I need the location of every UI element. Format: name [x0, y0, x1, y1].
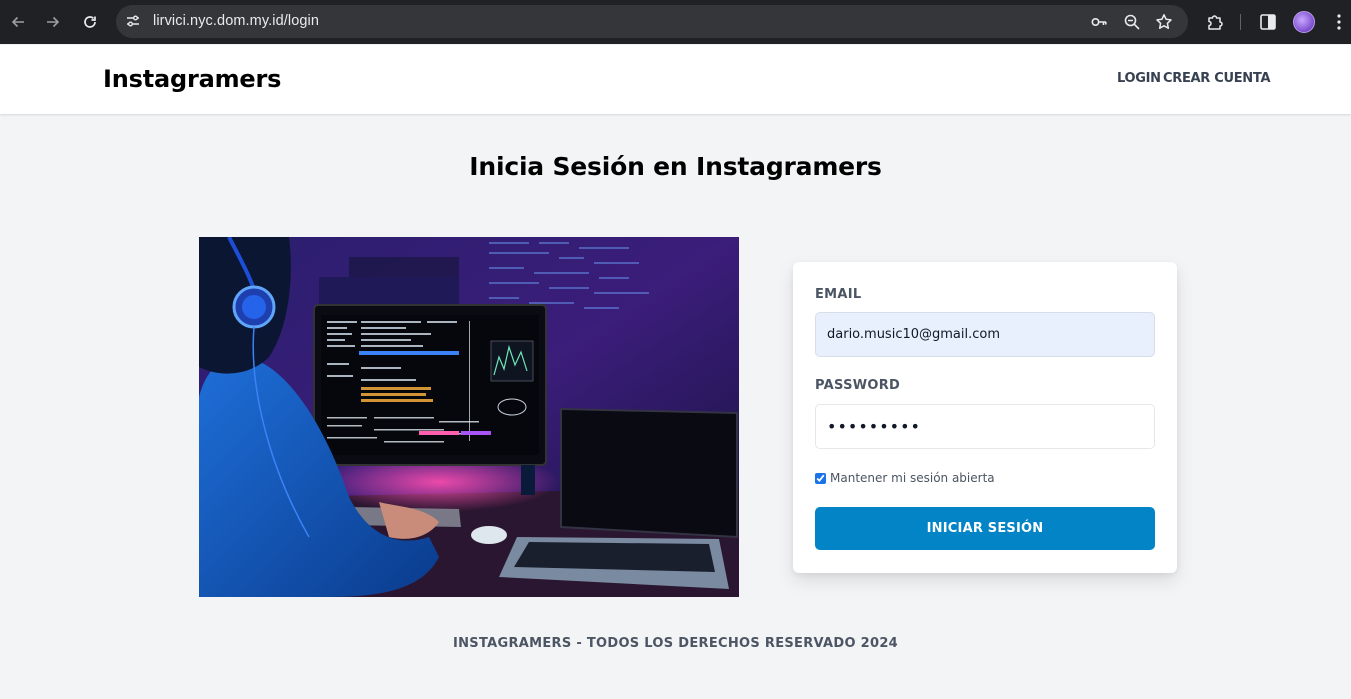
browser-toolbar: lirvici.nyc.dom.my.id/login: [0, 0, 1351, 44]
arrow-right-icon: [47, 16, 60, 28]
star-icon[interactable]: [1155, 13, 1173, 31]
nav-register-link[interactable]: CREAR CUENTA: [1163, 71, 1271, 86]
email-field[interactable]: [815, 312, 1155, 357]
back-button[interactable]: [5, 9, 31, 35]
url-text[interactable]: lirvici.nyc.dom.my.id/login: [153, 13, 319, 29]
address-bar[interactable]: lirvici.nyc.dom.my.id/login: [116, 5, 1188, 38]
remember-me: Mantener mi sesión abierta: [815, 471, 995, 485]
reload-icon: [84, 16, 96, 28]
forward-button[interactable]: [40, 9, 66, 35]
login-form: EMAIL PASSWORD Mantener mi sesión abiert…: [793, 262, 1177, 573]
nav-login-link[interactable]: LOGIN: [1117, 71, 1161, 86]
footer-text: INSTAGRAMERS - TODOS LOS DERECHOS RESERV…: [452, 636, 899, 651]
password-label: PASSWORD: [815, 378, 901, 393]
tune-icon[interactable]: [124, 12, 142, 30]
remember-checkbox[interactable]: [815, 472, 826, 484]
email-label: EMAIL: [815, 287, 862, 302]
remember-label[interactable]: Mantener mi sesión abierta: [830, 471, 995, 485]
kebab-menu-icon[interactable]: [1329, 12, 1349, 32]
brand-logo[interactable]: Instagramers: [103, 65, 281, 93]
toolbar-separator: [1240, 14, 1241, 30]
reload-button[interactable]: [77, 9, 103, 35]
password-field[interactable]: [815, 404, 1155, 449]
key-icon[interactable]: [1090, 13, 1108, 31]
side-panel-icon[interactable]: [1258, 12, 1278, 32]
site-header: Instagramers LOGIN CREAR CUENTA: [0, 45, 1351, 114]
page-title: Inicia Sesión en Instagramers: [469, 152, 882, 181]
login-button[interactable]: INICIAR SESIÓN: [815, 507, 1155, 550]
puzzle-icon[interactable]: [1205, 12, 1225, 32]
profile-avatar[interactable]: [1293, 11, 1315, 33]
arrow-left-icon: [11, 16, 24, 28]
hero-image: [199, 237, 739, 597]
zoom-icon[interactable]: [1123, 13, 1141, 31]
